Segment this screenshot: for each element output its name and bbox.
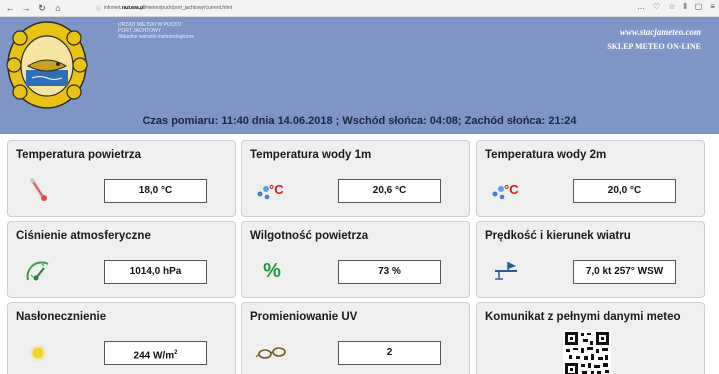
tile-wind: Prędkość i kierunek wiatru 7,0 kt 257° W… <box>476 221 705 298</box>
tile-title: Wilgotność powietrza <box>250 230 369 242</box>
anemometer-icon <box>489 258 525 284</box>
tile-title: Temperatura powietrza <box>16 149 142 161</box>
page-banner: URZĄD MIEJSKI W PUCKU PORT JACHTOWY Aktu… <box>0 17 719 134</box>
organization-info: URZĄD MIEJSKI W PUCKU PORT JACHTOWY Aktu… <box>118 22 194 41</box>
tile-title: Promieniowanie UV <box>250 311 358 323</box>
pocket-icon[interactable]: ♡ <box>653 2 660 12</box>
coat-of-arms-logo <box>6 21 88 109</box>
value-display: 2 <box>338 341 441 365</box>
tile-title: Nasłonecznienie <box>16 311 107 323</box>
measurement-time: Czas pomiaru: 11:40 dnia 14.06.2018 ; Ws… <box>142 115 577 127</box>
more-icon[interactable]: … <box>637 2 645 12</box>
address-bar[interactable]: ⓘ infomet.razuwa.pl/meteo/puck/port_jach… <box>96 2 246 14</box>
toolbar-icons: … ♡ ☆ ⫴ ▢ ≡ <box>637 2 715 12</box>
tile-title: Komunikat z pełnymi danymi meteo <box>485 311 681 323</box>
barometer-icon <box>20 258 56 284</box>
icon-celsius-label: °C <box>504 182 519 197</box>
value-display: 1014,0 hPa <box>104 260 207 284</box>
qr-code-icon[interactable] <box>563 330 611 374</box>
tile-full-report[interactable]: Komunikat z pełnymi danymi meteo <box>476 302 705 374</box>
icon-celsius-label: °C <box>269 182 284 197</box>
site-links: www.stacjameteo.com SKLEP METEO ON-LINE <box>607 27 701 51</box>
org-line: Aktualne warunki meteorologiczne <box>118 34 195 41</box>
value-display: 244 W/m2 <box>104 341 207 365</box>
humidity-icon: % <box>263 259 281 282</box>
sidebar-icon[interactable]: ▢ <box>695 2 703 12</box>
water-temp-icon: °C <box>489 177 525 203</box>
tile-title: Temperatura wody 1m <box>250 149 372 161</box>
menu-icon[interactable]: ≡ <box>710 2 715 12</box>
value-display: 20,0 °C <box>573 179 676 203</box>
value-display: 20,6 °C <box>338 179 441 203</box>
sunglasses-icon <box>254 339 290 365</box>
url-text: infomet.razuwa.pl/meteo/puck/port_jachto… <box>104 5 232 11</box>
sun-icon <box>20 339 56 365</box>
tile-air-temperature: Temperatura powietrza 18,0 °C <box>7 140 236 217</box>
tile-insolation: Nasłonecznienie 244 W/m2 <box>7 302 236 374</box>
library-icon[interactable]: ⫴ <box>683 2 686 12</box>
stacjameteo-link[interactable]: www.stacjameteo.com <box>607 27 701 37</box>
info-icon: ⓘ <box>96 5 102 12</box>
bookmark-icon[interactable]: ☆ <box>668 2 675 12</box>
forward-icon[interactable]: → <box>21 2 31 14</box>
value-display: 18,0 °C <box>104 179 207 203</box>
tile-title: Ciśnienie atmosferyczne <box>16 230 151 242</box>
browser-toolbar: ← → ↻ ⌂ ⓘ infomet.razuwa.pl/meteo/puck/p… <box>0 0 719 17</box>
water-temp-icon: °C <box>254 177 290 203</box>
tile-humidity: Wilgotność powietrza % 73 % <box>241 221 470 298</box>
tile-title: Prędkość i kierunek wiatru <box>485 230 631 242</box>
back-icon[interactable]: ← <box>5 2 15 14</box>
value-display: 73 % <box>338 260 441 284</box>
thermometer-icon <box>20 177 56 203</box>
tile-pressure: Ciśnienie atmosferyczne 1014,0 hPa <box>7 221 236 298</box>
tile-water-temperature-1m: Temperatura wody 1m °C 20,6 °C <box>241 140 470 217</box>
tile-title: Temperatura wody 2m <box>485 149 607 161</box>
shop-link[interactable]: SKLEP METEO ON-LINE <box>607 42 701 51</box>
tile-uv: Promieniowanie UV 2 <box>241 302 470 374</box>
tile-water-temperature-2m: Temperatura wody 2m °C 20,0 °C <box>476 140 705 217</box>
home-icon[interactable]: ⌂ <box>53 2 63 14</box>
reload-icon[interactable]: ↻ <box>37 2 47 14</box>
browser-nav: ← → ↻ ⌂ <box>0 2 90 14</box>
value-display: 7,0 kt 257° WSW <box>573 260 676 284</box>
